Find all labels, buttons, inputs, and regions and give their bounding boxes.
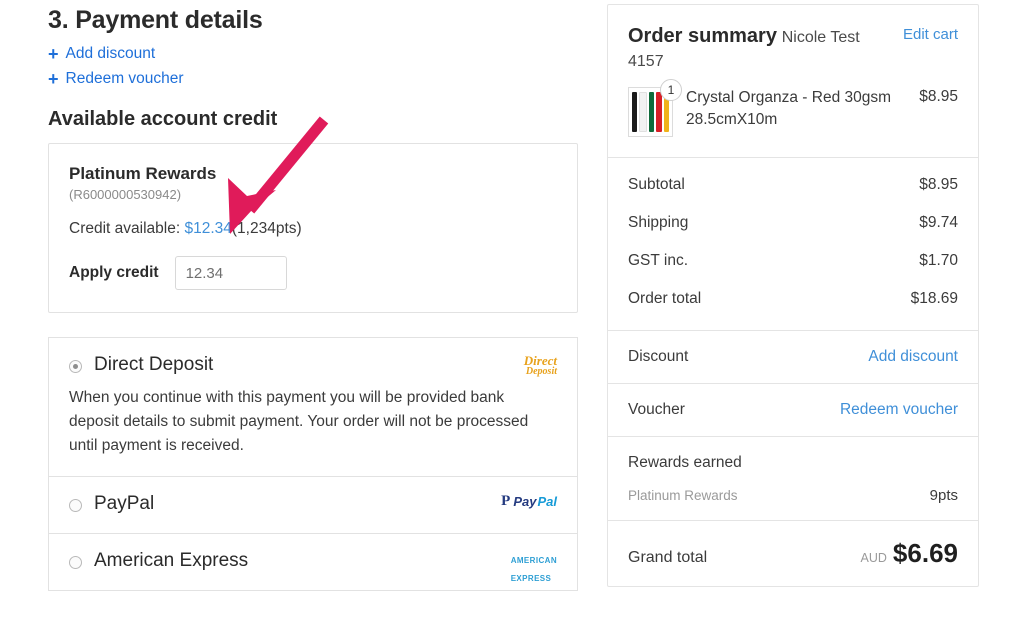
payment-method-header: PayPal — [69, 493, 557, 515]
plus-icon: + — [48, 44, 59, 64]
payment-method-description: When you continue with this payment you … — [69, 389, 529, 455]
apply-credit-label: Apply credit — [69, 264, 159, 281]
amex-logo-line1: AMERICAN — [510, 556, 557, 566]
order-total-value: $18.69 — [910, 289, 958, 307]
payment-method-direct-deposit[interactable]: Direct Deposit Direct Deposit When you c… — [48, 337, 578, 477]
payment-method-american-express[interactable]: American Express AMERICAN EXPRESS — [48, 533, 578, 592]
quantity-badge: 1 — [660, 78, 682, 101]
payment-method-paypal[interactable]: PayPal P Pay Pal — [48, 476, 578, 534]
payment-method-header: Direct Deposit — [69, 354, 557, 376]
redeem-voucher-action[interactable]: Redeem voucher — [840, 401, 958, 419]
credit-available-points: (1,234pts) — [231, 220, 302, 237]
order-summary-title: Order summary — [628, 25, 777, 47]
grand-total-currency: AUD — [860, 550, 887, 565]
rewards-program-row: Platinum Rewards 9pts — [628, 485, 958, 516]
shipping-label: Shipping — [628, 213, 689, 231]
credit-program-name: Platinum Rewards — [69, 164, 217, 183]
order-line-item: 1 Crystal Organza - Red 30gsm 28.5cmX10m… — [628, 78, 958, 137]
amex-logo-line2: EXPRESS — [510, 574, 552, 584]
apply-credit-row: Apply credit — [69, 256, 557, 290]
paypal-logo-line1: Pay — [513, 494, 537, 510]
voucher-row: Voucher Redeem voucher — [628, 388, 958, 432]
direct-deposit-logo-line2: Deposit — [525, 366, 557, 377]
credit-available-label: Credit available: — [69, 220, 181, 237]
payment-method-label: PayPal — [94, 493, 155, 515]
redeem-voucher-label: Redeem voucher — [65, 70, 184, 87]
gst-row: GST inc. $1.70 — [628, 242, 958, 280]
checkout-page: 3. Payment details + Add discount + Rede… — [0, 0, 1023, 640]
payment-methods-list: Direct Deposit Direct Deposit When you c… — [48, 337, 578, 592]
order-summary-title-wrap: Order summary Nicole Test 4157 — [628, 23, 895, 73]
page-title: 3. Payment details — [48, 6, 263, 34]
account-credit-card: Platinum Rewards (R6000000530942) Credit… — [48, 143, 578, 313]
rewards-section: Rewards earned Platinum Rewards 9pts — [608, 435, 978, 520]
rewards-points-value: 9pts — [929, 486, 958, 504]
paypal-logo-line2: Pal — [537, 494, 557, 510]
amex-logo: AMERICAN EXPRESS — [511, 550, 557, 586]
credit-available-amount: $12.34 — [184, 220, 232, 237]
redeem-voucher-link[interactable]: + Redeem voucher — [48, 70, 578, 88]
gst-value: $1.70 — [919, 251, 958, 269]
shipping-row: Shipping $9.74 — [628, 204, 958, 242]
shipping-value: $9.74 — [919, 213, 958, 231]
paypal-logo: P Pay Pal — [501, 493, 557, 510]
subtotal-value: $8.95 — [919, 175, 958, 193]
order-totals-block: Subtotal $8.95 Shipping $9.74 GST inc. $… — [608, 156, 978, 330]
grand-total-label: Grand total — [628, 548, 708, 566]
voucher-label: Voucher — [628, 400, 685, 418]
order-summary-panel: Order summary Nicole Test 4157 Edit cart… — [607, 4, 979, 587]
product-name: Crystal Organza - Red 30gsm 28.5cmX10m — [686, 88, 892, 129]
payment-details-column: 3. Payment details + Add discount + Rede… — [48, 0, 578, 592]
order-summary-header: Order summary Nicole Test 4157 Edit cart — [628, 23, 958, 73]
add-discount-label: Add discount — [65, 45, 156, 62]
radio-paypal[interactable] — [69, 498, 82, 512]
payment-method-label: American Express — [94, 550, 249, 572]
radio-direct-deposit[interactable] — [69, 359, 82, 373]
add-discount-link[interactable]: + Add discount — [48, 45, 578, 63]
voucher-section: Voucher Redeem voucher — [608, 382, 978, 436]
plus-icon: + — [48, 69, 59, 89]
payment-method-header: American Express — [69, 550, 557, 572]
gst-label: GST inc. — [628, 251, 689, 269]
available-credit-heading: Available account credit — [48, 108, 278, 130]
product-thumbnail-wrap: 1 — [628, 78, 682, 137]
product-price: $8.95 — [919, 87, 958, 105]
grand-total-amount: $6.69 — [892, 537, 958, 568]
edit-cart-link[interactable]: Edit cart — [903, 23, 958, 43]
discount-section: Discount Add discount — [608, 329, 978, 383]
order-summary-header-block: Order summary Nicole Test 4157 Edit cart… — [608, 5, 978, 157]
rewards-program-label: Platinum Rewards — [628, 487, 738, 503]
order-total-label: Order total — [628, 289, 702, 307]
rewards-earned-row: Rewards earned — [628, 441, 958, 485]
subtotal-row: Subtotal $8.95 — [628, 166, 958, 204]
discount-label: Discount — [628, 347, 689, 365]
credit-account-number: (R6000000530942) — [69, 187, 182, 202]
credit-available-row: Credit available: $12.34(1,234pts) — [69, 220, 557, 238]
paypal-mark-icon: P — [501, 493, 511, 510]
order-total-row: Order total $18.69 — [628, 280, 958, 318]
grand-total-section: Grand total AUD $6.69 — [608, 519, 978, 586]
apply-credit-input[interactable] — [174, 256, 287, 290]
direct-deposit-logo: Direct Deposit — [524, 354, 557, 377]
grand-total-value-wrap: AUD $6.69 — [861, 538, 958, 569]
add-discount-action[interactable]: Add discount — [868, 348, 958, 366]
grand-total-row: Grand total AUD $6.69 — [628, 525, 958, 582]
rewards-earned-label: Rewards earned — [628, 453, 742, 471]
subtotal-label: Subtotal — [628, 175, 685, 193]
discount-row: Discount Add discount — [628, 335, 958, 379]
radio-american-express[interactable] — [69, 555, 82, 569]
payment-method-label: Direct Deposit — [94, 354, 214, 375]
